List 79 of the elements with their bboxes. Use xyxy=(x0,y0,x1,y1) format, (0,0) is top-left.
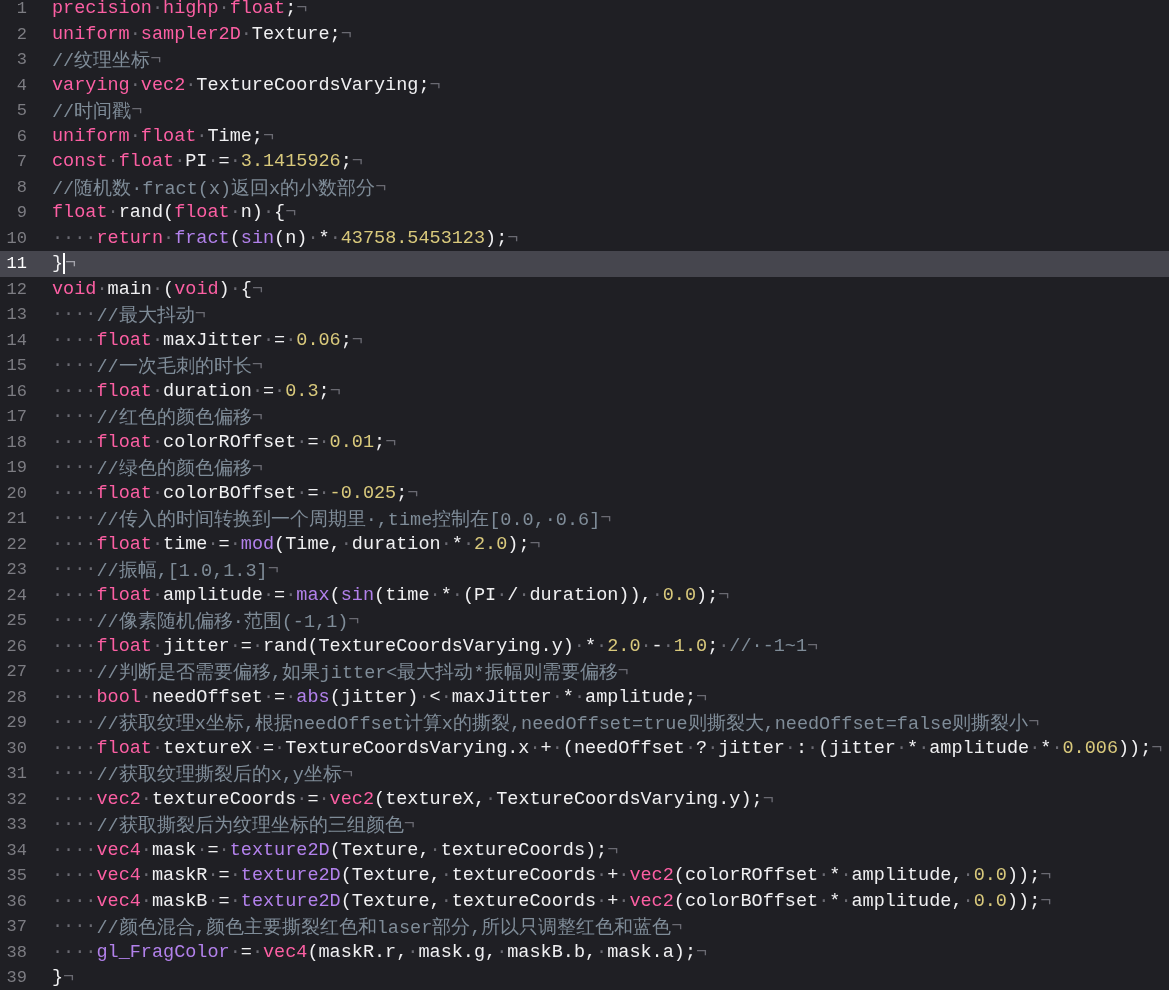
code-line: ····//红色的颜色偏移¬ xyxy=(52,405,263,430)
code-line: ····vec2·textureCoords·=·vec2(textureX,·TextureCoordsVarying.y);¬ xyxy=(52,788,774,810)
line-number: 10 xyxy=(5,228,27,248)
code-line: void·main·(void)·{¬ xyxy=(52,278,264,300)
code-line: ····bool·needOffset·=·abs(jitter)·<·maxJitter·*·amplitude;¬ xyxy=(52,686,708,708)
line-number: 36 xyxy=(5,891,27,911)
line-number: 24 xyxy=(5,585,27,605)
line-number: 35 xyxy=(5,866,27,886)
code-line: const·float·PI·=·3.1415926;¬ xyxy=(52,151,363,173)
line-number: 12 xyxy=(5,279,27,299)
line-number: 29 xyxy=(5,713,27,733)
code-line: ····return·fract(sin(n)·*·43758.5453123);¬ xyxy=(52,227,519,249)
line-number: 17 xyxy=(5,407,27,427)
line-number: 8 xyxy=(15,177,27,197)
code-line: ····float·amplitude·=·max(sin(time·*·(PI·/·duration)),·0.0);¬ xyxy=(52,584,730,606)
line-number: 25 xyxy=(5,611,27,631)
line-number: 3 xyxy=(15,50,27,70)
code-line: precision·highp·float;¬ xyxy=(52,0,308,20)
line-number: 33 xyxy=(5,815,27,835)
line-number: 4 xyxy=(15,75,27,95)
code-line: ····float·time·=·mod(Time,·duration·*·2.0);¬ xyxy=(52,533,541,555)
code-line: uniform·sampler2D·Texture;¬ xyxy=(52,23,352,45)
code-line: //随机数·fract(x)返回x的小数部分¬ xyxy=(52,175,387,200)
line-number: 34 xyxy=(5,840,27,860)
line-number: 5 xyxy=(15,101,27,121)
code-line: ····float·maxJitter·=·0.06;¬ xyxy=(52,329,363,351)
code-line: ····//颜色混合,颜色主要撕裂红色和laser部分,所以只调整红色和蓝色¬ xyxy=(52,915,683,940)
code-line: ····float·colorROffset·=·0.01;¬ xyxy=(52,431,397,453)
code-line: ····//判断是否需要偏移,如果jitter<最大抖动*振幅则需要偏移¬ xyxy=(52,660,629,685)
line-number: 14 xyxy=(5,330,27,350)
code-line: ····vec4·maskR·=·texture2D(Texture,·textureCoords·+·vec2(colorROffset·*·amplitude,·0.0));¬ xyxy=(52,865,1052,887)
line-number: 31 xyxy=(5,764,27,784)
text-cursor xyxy=(63,253,66,275)
line-number: 16 xyxy=(5,381,27,401)
line-number: 38 xyxy=(5,942,27,962)
line-number: 13 xyxy=(5,305,27,325)
code-line: ····float·textureX·=·TextureCoordsVarying.x·+·(needOffset·?·jitter·:·(jitter·*·amplitude·*·0.006));¬ xyxy=(52,737,1163,759)
code-line: float·rand(float·n)·{¬ xyxy=(52,202,297,224)
code-line: ····//绿色的颜色偏移¬ xyxy=(52,456,263,481)
line-number: 32 xyxy=(5,789,27,809)
line-number: 18 xyxy=(5,432,27,452)
line-number: 28 xyxy=(5,687,27,707)
line-number: 15 xyxy=(5,356,27,376)
line-number: 20 xyxy=(5,483,27,503)
code-line: ····float·colorBOffset·=·-0.025;¬ xyxy=(52,482,419,504)
code-line: ····gl_FragColor·=·vec4(maskR.r,·mask.g,·maskB.b,·mask.a);¬ xyxy=(52,941,708,963)
code-line: ····//获取纹理撕裂后的x,y坐标¬ xyxy=(52,762,354,787)
line-number: 7 xyxy=(15,152,27,172)
line-number: 19 xyxy=(5,458,27,478)
code-line: ····vec4·mask·=·texture2D(Texture,·textureCoords);¬ xyxy=(52,839,619,861)
code-line: varying·vec2·TextureCoordsVarying;¬ xyxy=(52,74,441,96)
line-number: 11 xyxy=(5,254,27,274)
code-line: ····vec4·maskB·=·texture2D(Texture,·textureCoords·+·vec2(colorBOffset·*·amplitude,·0.0));¬ xyxy=(52,890,1052,912)
line-number: 26 xyxy=(5,636,27,656)
code-line: ····//像素随机偏移·范围(-1,1)¬ xyxy=(52,609,360,634)
code-line: uniform·float·Time;¬ xyxy=(52,125,275,147)
code-line: ····//振幅,[1.0,1.3]¬ xyxy=(52,558,279,583)
line-number: 9 xyxy=(15,203,27,223)
code-line: //纹理坐标¬ xyxy=(52,48,162,73)
line-number: 22 xyxy=(5,534,27,554)
line-number: 1 xyxy=(15,0,27,19)
code-line: ····float·duration·=·0.3;¬ xyxy=(52,380,341,402)
code-line: }¬ xyxy=(52,967,75,989)
line-number: 27 xyxy=(5,662,27,682)
line-number: 39 xyxy=(5,968,27,988)
code-line: //时间戳¬ xyxy=(52,99,143,124)
code-line: ····//获取纹理x坐标,根据needOffset计算x的撕裂,needOffset=true则撕裂大,needOffset=false则撕裂小¬ xyxy=(52,711,1040,736)
line-number: 23 xyxy=(5,560,27,580)
code-line: ····//获取撕裂后为纹理坐标的三组颜色¬ xyxy=(52,813,415,838)
line-number: 21 xyxy=(5,509,27,529)
line-number: 30 xyxy=(5,738,27,758)
line-number: 2 xyxy=(15,24,27,44)
code-line: ····//最大抖动¬ xyxy=(52,303,206,328)
code-line: ····//一次毛刺的时长¬ xyxy=(52,354,263,379)
code-line: ····float·jitter·=·rand(TextureCoordsVarying.y)·*·2.0·-·1.0;·//·-1~1¬ xyxy=(52,635,819,657)
line-number: 37 xyxy=(5,917,27,937)
code-line: }¬ xyxy=(52,253,77,275)
code-line: ····//传入的时间转换到一个周期里·,time控制在[0.0,·0.6]¬ xyxy=(52,507,612,532)
line-number: 6 xyxy=(15,126,27,146)
